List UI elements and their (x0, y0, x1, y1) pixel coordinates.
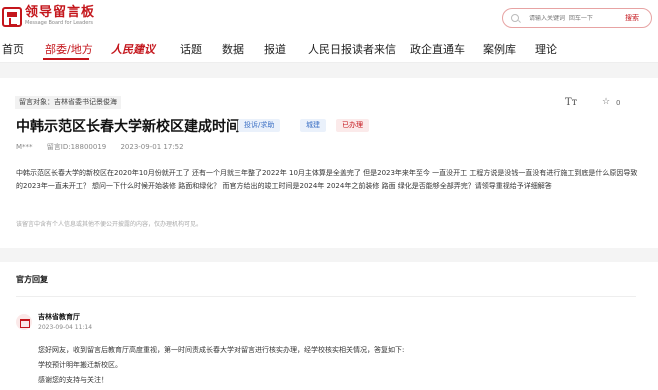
message-meta: M*** 留言ID:18800019 2023-09-01 17:52 (16, 142, 196, 152)
message-target[interactable]: 留言对象：吉林省委书记景俊海 (15, 96, 121, 109)
nav-divider (0, 62, 658, 63)
nav-item-topics[interactable]: 话题 (180, 41, 202, 57)
reply-card: 官方回复 吉林省教育厅 2023-09-04 11:14 您好网友，收到留言后教… (0, 262, 658, 390)
nav-active-indicator (43, 58, 89, 60)
status-badge: 已办理 (336, 119, 369, 132)
nav-item-ministries-local[interactable]: 部委/地方 (45, 41, 93, 57)
author-name: M*** (16, 143, 33, 151)
search-input[interactable] (529, 14, 621, 22)
message-id: 留言ID:18800019 (46, 143, 107, 151)
message-title: 中韩示范区长春大学新校区建成时间 (16, 119, 240, 135)
nav-item-case-library[interactable]: 案例库 (483, 41, 516, 57)
nav-item-enterprise-express[interactable]: 政企直通车 (410, 41, 465, 57)
reply-paragraph: 学校预计明年搬迁新校区。 (38, 361, 122, 369)
nav-item-people-suggestions[interactable]: 人民建议 (111, 41, 155, 57)
reply-time: 2023-09-04 11:14 (38, 324, 93, 331)
reply-department: 吉林省教育厅 (38, 313, 80, 321)
font-size-icon[interactable]: Tт (565, 97, 577, 108)
message-time: 2023-09-01 17:52 (120, 143, 184, 151)
privacy-disclaimer: 该留言中含有个人信息或其他不便公开披露的内容，仅办理机构可见。 (16, 221, 203, 228)
nav-item-reports[interactable]: 报道 (264, 41, 286, 57)
logo-subtitle: Message Board for Leaders (25, 20, 94, 26)
nav-item-data[interactable]: 数据 (222, 41, 244, 57)
message-card: 留言对象：吉林省委书记景俊海 Tт ☆ 0 中韩示范区长春大学新校区建成时间 投… (0, 78, 658, 248)
type-tag: 投诉/求助 (238, 119, 281, 132)
star-icon[interactable]: ☆ (602, 97, 610, 107)
reply-paragraph: 您好网友，收到留言后教育厅高度重视，第一时间责成长春大学对留言进行核实办理，经学… (38, 346, 405, 354)
reply-paragraph: 感谢您的支持与关注！ (38, 376, 108, 384)
site-logo[interactable]: 领导留言板 Message Board for Leaders (2, 6, 95, 27)
favorite-count: 0 (616, 99, 621, 107)
nav-item-home[interactable]: 首页 (2, 41, 24, 57)
search-box: 搜索 (502, 8, 652, 28)
main-nav: 首页 部委/地方 人民建议 话题 数据 报道 人民日报读者来信 政企直通车 案例… (0, 34, 658, 62)
nav-item-theory[interactable]: 理论 (535, 41, 557, 57)
logo-title: 领导留言板 (25, 5, 96, 20)
nav-item-readers-letters[interactable]: 人民日报读者来信 (308, 41, 396, 57)
message-body: 中韩示范区长春大学的新校区在2020年10月份就开工了 还有一个月就三年整了20… (16, 169, 638, 190)
logo-icon (2, 6, 22, 27)
top-bar: 领导留言板 Message Board for Leaders 搜索 (0, 0, 658, 34)
domain-tag: 城建 (300, 119, 326, 132)
reply-heading: 官方回复 (16, 275, 48, 284)
search-button[interactable]: 搜索 (625, 13, 639, 23)
search-icon (511, 14, 519, 22)
government-building-icon (16, 314, 32, 330)
reply-divider (16, 296, 636, 297)
